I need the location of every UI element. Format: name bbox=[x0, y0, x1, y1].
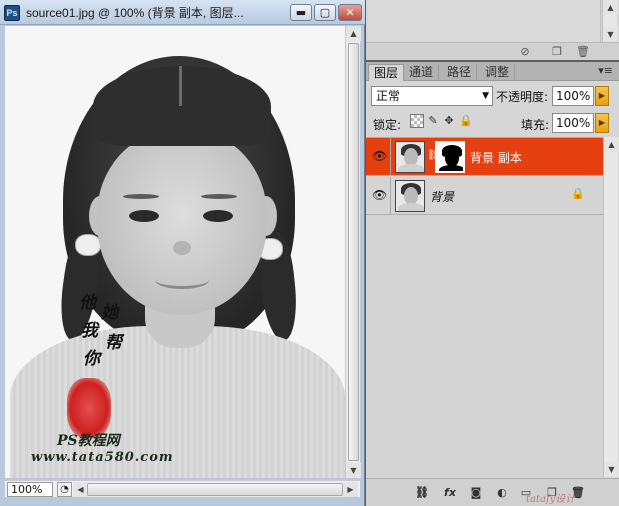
scroll-up-arrow-icon[interactable]: ▲ bbox=[346, 26, 361, 41]
document-titlebar[interactable]: Ps source01.jpg @ 100% (背景 副本, 图层... ▬ ▢… bbox=[0, 0, 365, 25]
calligraphy-char: 她 bbox=[101, 303, 118, 323]
tab-adjustments[interactable]: 调整 bbox=[480, 64, 516, 81]
opacity-field[interactable]: 100% bbox=[552, 86, 594, 106]
photo-mouth bbox=[155, 271, 209, 289]
lock-position-icon[interactable]: ✥ bbox=[442, 114, 456, 128]
blend-mode-select[interactable]: 正常 ▼ bbox=[371, 86, 493, 106]
scroll-up-arrow-icon[interactable]: ▲ bbox=[604, 137, 619, 152]
fill-slider-button[interactable]: ▶ bbox=[595, 113, 609, 133]
history-scrollbar[interactable]: ▲ ▼ bbox=[602, 0, 618, 42]
photo-right-brow bbox=[201, 194, 237, 199]
trash-icon[interactable]: 🗑 bbox=[576, 45, 590, 59]
close-button[interactable]: ✕ bbox=[338, 4, 362, 21]
calligraphy-char: 你 bbox=[83, 349, 100, 369]
image-canvas[interactable]: 他 她 我 帮 你 PS教程网 www.tata580.com bbox=[5, 26, 345, 478]
scroll-left-arrow-icon[interactable]: ◀ bbox=[73, 482, 88, 497]
zoom-level-field[interactable]: 100% bbox=[7, 482, 53, 497]
history-panel: ▲ ▼ ⊘ ❐ 🗑 bbox=[366, 0, 619, 60]
layer-mask-thumbnail[interactable] bbox=[435, 141, 465, 173]
photo-left-brow bbox=[123, 194, 159, 199]
tab-paths[interactable]: 路径 bbox=[442, 64, 478, 81]
scroll-down-arrow-icon[interactable]: ▼ bbox=[346, 463, 361, 478]
visibility-toggle[interactable]: 👁 bbox=[366, 177, 391, 215]
scroll-down-arrow-icon[interactable]: ▼ bbox=[603, 27, 618, 42]
document-status-bar: 100% ◔ ◀ ▶ bbox=[5, 480, 360, 497]
eye-icon: 👁 bbox=[372, 149, 388, 163]
new-icon[interactable]: ❐ bbox=[550, 45, 564, 59]
layer-thumbnail bbox=[395, 141, 425, 173]
vertical-scroll-thumb[interactable] bbox=[348, 43, 359, 461]
calligraphy-char: 他 bbox=[79, 293, 96, 313]
layer-thumbnail bbox=[395, 180, 425, 212]
photo-nose bbox=[173, 241, 191, 255]
scroll-up-arrow-icon[interactable]: ▲ bbox=[603, 0, 618, 15]
lock-icon: 🔒 bbox=[571, 187, 585, 200]
adjustment-layer-icon[interactable]: ◐ bbox=[494, 485, 510, 501]
layers-panel: 图层 通道 路径 调整 ▾≡ 正常 ▼ 不透明度: 100% ▶ 锁定: ✎ ✥… bbox=[366, 62, 619, 506]
document-title: source01.jpg @ 100% (背景 副本, 图层... bbox=[26, 6, 244, 20]
layer-name: 背景 副本 bbox=[470, 151, 522, 165]
calligraphy-char: 我 bbox=[81, 321, 98, 341]
lock-image-pixels-icon[interactable]: ✎ bbox=[426, 114, 440, 128]
tab-channels[interactable]: 通道 bbox=[404, 64, 440, 81]
layer-row[interactable]: 👁 ⛓ 背景 副本 bbox=[366, 138, 603, 176]
opacity-slider-button[interactable]: ▶ bbox=[595, 86, 609, 106]
watermark-url: www.tata580.com bbox=[31, 450, 174, 465]
add-mask-icon[interactable]: ◙ bbox=[468, 485, 484, 501]
panel-tab-bar: 图层 通道 路径 调整 ▾≡ bbox=[366, 62, 619, 81]
photo-fringe bbox=[93, 66, 271, 146]
watermark-site-name: PS教程网 bbox=[57, 433, 120, 449]
layers-scrollbar[interactable]: ▲ ▼ bbox=[603, 137, 619, 477]
horizontal-scrollbar[interactable]: ◀ ▶ bbox=[73, 482, 358, 497]
visibility-toggle[interactable]: 👁 bbox=[366, 138, 391, 176]
lock-all-icon[interactable]: 🔒 bbox=[459, 114, 473, 128]
fill-field[interactable]: 100% bbox=[552, 113, 594, 133]
status-info-icon[interactable]: ◔ bbox=[57, 482, 72, 497]
layer-name: 背景 bbox=[430, 190, 455, 204]
lock-label: 锁定: bbox=[373, 118, 402, 132]
document-window: Ps source01.jpg @ 100% (背景 副本, 图层... ▬ ▢… bbox=[0, 0, 365, 506]
scroll-down-arrow-icon[interactable]: ▼ bbox=[604, 462, 619, 477]
corner-watermark: tatafy设计 bbox=[526, 494, 576, 505]
scroll-right-arrow-icon[interactable]: ▶ bbox=[343, 482, 358, 497]
red-seal-stamp bbox=[67, 378, 111, 438]
blend-mode-value: 正常 bbox=[376, 89, 401, 103]
panel-menu-icon[interactable]: ▾≡ bbox=[598, 64, 613, 77]
opacity-label: 不透明度: bbox=[496, 90, 549, 104]
horizontal-scroll-thumb[interactable] bbox=[87, 483, 343, 496]
history-list[interactable] bbox=[368, 0, 601, 42]
minimize-button[interactable]: ▬ bbox=[290, 4, 312, 21]
layers-list: 👁 ⛓ 背景 副本 👁 背景 🔒 bbox=[366, 137, 603, 477]
no-sign-icon[interactable]: ⊘ bbox=[518, 45, 532, 59]
photo-left-eye bbox=[129, 210, 159, 222]
eye-icon: 👁 bbox=[372, 188, 388, 202]
layer-row[interactable]: 👁 背景 🔒 bbox=[366, 177, 603, 215]
tab-layers[interactable]: 图层 bbox=[368, 64, 405, 81]
lock-transparent-pixels-icon[interactable] bbox=[410, 114, 424, 128]
vertical-scrollbar[interactable]: ▲ ▼ bbox=[345, 26, 361, 478]
photo-hair-part bbox=[179, 66, 182, 106]
chevron-down-icon: ▼ bbox=[482, 91, 489, 101]
calligraphy-char: 帮 bbox=[105, 333, 122, 353]
photo-left-hair-tie bbox=[75, 234, 101, 256]
maximize-button[interactable]: ▢ bbox=[314, 4, 336, 21]
link-layers-icon[interactable]: ⛓ bbox=[414, 485, 430, 501]
layers-footer: ⛓ fx ◙ ◐ ▭ ❐ 🗑 tatafy设计 bbox=[366, 478, 619, 506]
fill-label: 填充: bbox=[521, 118, 550, 132]
photo-right-eye bbox=[203, 210, 233, 222]
photoshop-icon: Ps bbox=[4, 5, 20, 21]
history-footer: ⊘ ❐ 🗑 bbox=[366, 42, 619, 60]
fx-icon[interactable]: fx bbox=[442, 485, 458, 501]
